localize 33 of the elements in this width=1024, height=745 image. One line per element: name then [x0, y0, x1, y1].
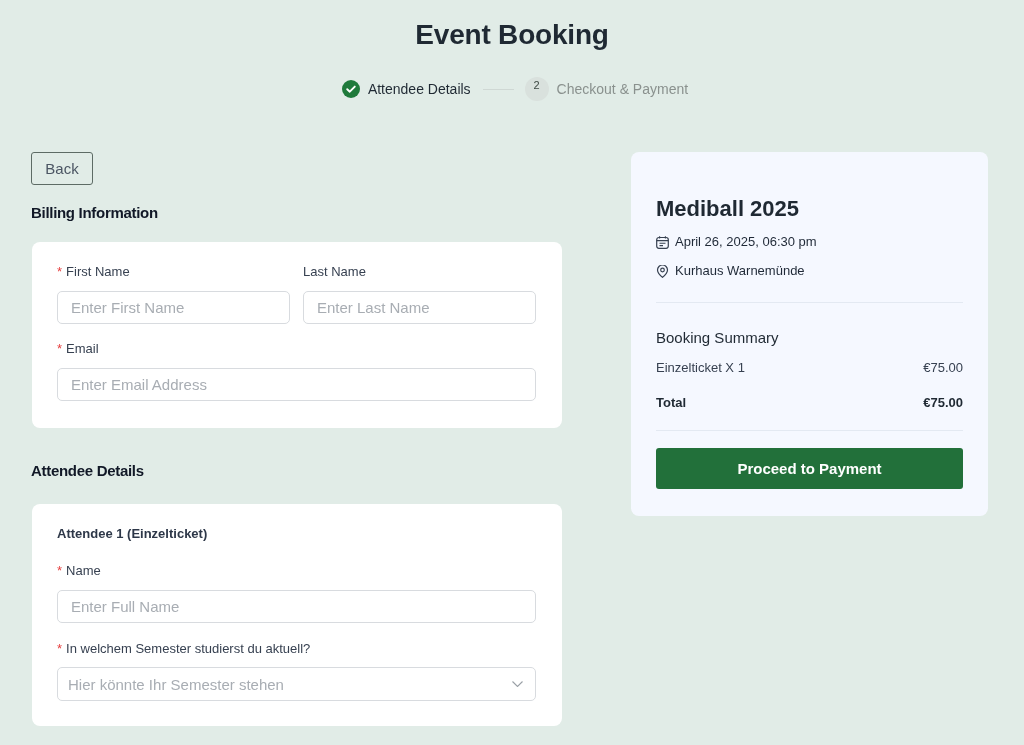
total-label: Total: [656, 394, 687, 412]
text-input-field[interactable]: Enter Email Address: [57, 368, 536, 401]
step-number: 2: [524, 77, 549, 101]
field-label: Last Name: [303, 264, 366, 280]
text-input-field[interactable]: Enter Last Name: [303, 291, 536, 324]
map-pin-icon: [656, 264, 669, 278]
ticket-price: €75.00: [923, 359, 963, 377]
field-label: First Name: [66, 264, 130, 280]
required-asterisk: *: [57, 563, 63, 579]
text-input-field[interactable]: Enter Full Name: [57, 590, 536, 623]
total-amount: €75.00: [923, 394, 963, 412]
step-label: Attendee Details: [367, 81, 471, 97]
ticket-item-name: Einzelticket X 1: [656, 359, 745, 377]
summary-heading: Booking Summary: [656, 328, 780, 348]
back-button[interactable]: Back: [31, 152, 93, 185]
calendar-icon: [656, 235, 669, 249]
event-location: Kurhaus Warnemünde: [675, 262, 805, 280]
event-date: April 26, 2025, 06:30 pm: [675, 233, 817, 251]
field-label: In welchem Semester studierst du aktuell?: [66, 641, 311, 657]
field-label: Email: [66, 341, 99, 357]
step-label: Checkout & Payment: [556, 81, 689, 97]
page-title: Event Booking: [414, 18, 610, 52]
chevron-down-icon: [512, 681, 523, 687]
required-asterisk: *: [57, 264, 63, 280]
required-asterisk: *: [57, 641, 63, 657]
text-input-field[interactable]: Enter First Name: [57, 291, 290, 324]
attendee-title: Attendee 1 (Einzelticket): [57, 526, 209, 542]
section-heading: Billing Information: [31, 203, 158, 223]
event-title: Mediball 2025: [656, 195, 801, 223]
section-heading: Attendee Details: [31, 461, 144, 481]
field-label: Name: [66, 563, 101, 579]
proceed-to-payment-button[interactable]: Proceed to Payment: [656, 448, 963, 489]
required-asterisk: *: [57, 341, 63, 357]
